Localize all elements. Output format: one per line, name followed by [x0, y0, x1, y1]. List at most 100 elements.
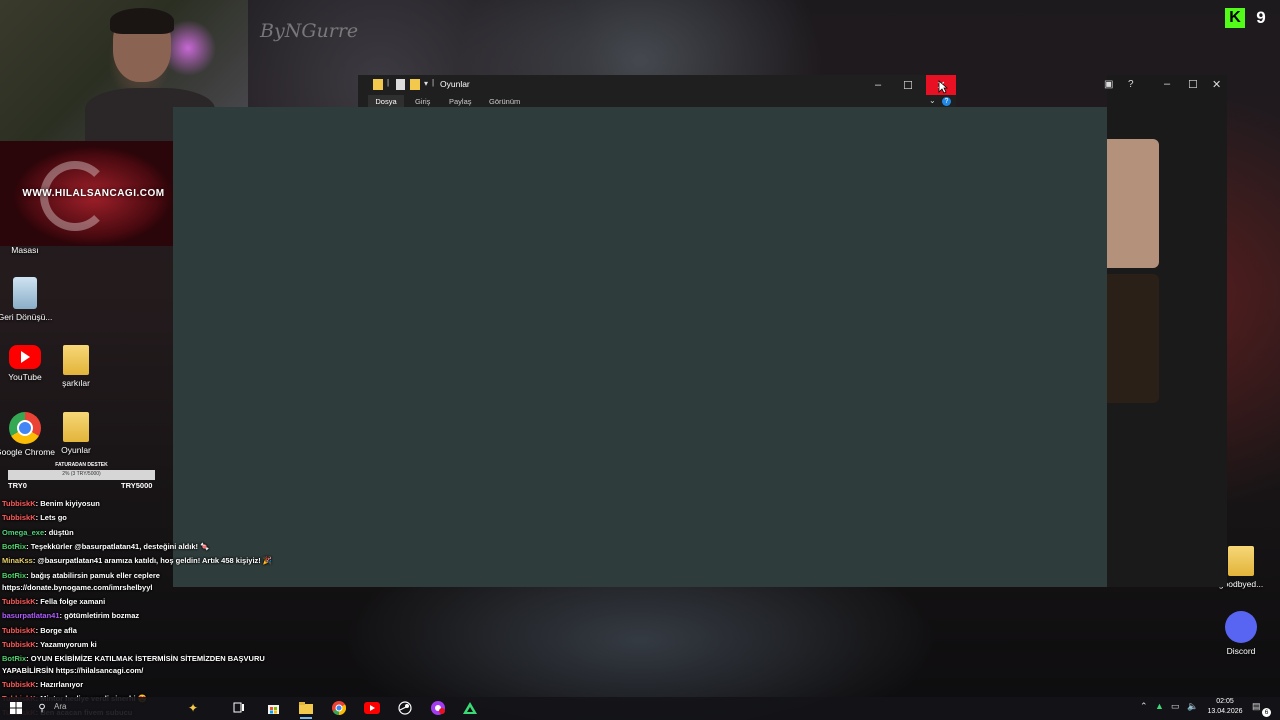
window-title: Oyunlar	[440, 79, 470, 89]
donation-max: TRY5000	[121, 481, 153, 490]
chat-username: MinaKss	[2, 556, 33, 565]
taskbar-search-input[interactable]: Ara	[54, 702, 174, 711]
chat-username: BotRix	[2, 542, 27, 551]
chat-username: TubbiskK	[2, 597, 36, 606]
desktop-shortcut-label: Discord	[1226, 646, 1256, 656]
chat-username: TubbiskK	[2, 499, 36, 508]
tray-chevron-icon[interactable]: ⌃	[1140, 701, 1148, 712]
webcam-person-hair	[110, 8, 174, 34]
chat-text: : Fella folge xamani	[35, 597, 106, 606]
task-view-icon[interactable]	[229, 699, 249, 717]
donation-min: TRY0	[8, 481, 27, 490]
tab-paylas[interactable]: Paylaş	[449, 97, 472, 106]
messenger-icon[interactable]	[428, 699, 448, 717]
separator: |	[432, 78, 435, 87]
desktop-shortcut-label: YouTube	[8, 372, 42, 382]
file-explorer-icon[interactable]	[296, 699, 316, 719]
maximize-button[interactable]: ☐	[893, 75, 923, 95]
help-icon[interactable]: ?	[1128, 79, 1134, 90]
chat-message: https://donate.bynogame.com/imrshelbyyl	[2, 583, 152, 592]
chat-message: BotRix: Teşekkürler @basurpatlatan41, de…	[2, 542, 209, 551]
chrome-icon[interactable]	[329, 699, 349, 717]
chat-username: TubbiskK	[2, 513, 36, 522]
start-icon[interactable]	[6, 699, 26, 717]
desktop-shortcut-label: Geri Dönüşü...	[0, 312, 53, 322]
properties-icon[interactable]	[396, 79, 405, 90]
tab-giris[interactable]: Giriş	[415, 97, 430, 106]
chat-text: : düştün	[44, 528, 74, 537]
youtube-icon	[9, 345, 41, 369]
desktop-shortcut-oyunlar[interactable]: Oyunlar	[46, 412, 106, 455]
desktop-shortcut-recycle-bin[interactable]: Geri Dönüşü...	[0, 277, 55, 322]
chat-text: : Borge afla	[35, 626, 77, 635]
chat-message: BotRix: bağış atabilirsin pamuk eller ce…	[2, 571, 160, 580]
bg-minimize-button[interactable]: –	[1164, 78, 1170, 90]
quick-access-chevron-icon[interactable]: ▾	[424, 79, 428, 88]
youtube-icon[interactable]	[362, 699, 382, 717]
minimize-button[interactable]: –	[863, 75, 893, 95]
store-icon[interactable]	[263, 699, 283, 717]
chrome-icon	[9, 412, 41, 444]
chat-message: TubbiskK: Fella folge xamani	[2, 597, 105, 606]
chat-username: BotRix	[2, 654, 27, 663]
chat-message: BotRix: OYUN EKİBİMİZE KATILMAK İSTERMİS…	[2, 654, 265, 663]
tab-gorunum[interactable]: Görünüm	[489, 97, 520, 106]
volume-icon[interactable]: 🔈	[1187, 701, 1198, 712]
chat-message: MinaKss: @basurpatlatan41 aramıza katıld…	[2, 556, 272, 565]
folder-icon	[1228, 546, 1254, 576]
chat-message: TubbiskK: Benim kiyiyosun	[2, 499, 100, 508]
discord-icon	[1225, 611, 1257, 643]
donation-title: FATURADAN DESTEK	[55, 462, 108, 468]
chat-message: basurpatlatan41: götümletirim bozmaz	[2, 611, 139, 620]
folder-icon	[63, 345, 89, 375]
nvidia-tray-icon[interactable]: ▲	[1155, 701, 1164, 711]
chat-message: TubbiskK: Borge afla	[2, 626, 77, 635]
clock-date: 13.04.2026	[1207, 708, 1243, 715]
folder-icon	[63, 412, 89, 442]
bg-maximize-button[interactable]: ☐	[1188, 78, 1198, 91]
nvidia-icon[interactable]	[460, 699, 480, 717]
taskbar-clock[interactable]: 02:05 13.04.2026	[1203, 697, 1247, 717]
tab-dosya[interactable]: Dosya	[368, 95, 404, 107]
background-card	[1107, 139, 1159, 268]
notification-count-badge: 6	[1262, 708, 1271, 717]
snap-icon[interactable]: ▣	[1104, 79, 1113, 90]
chat-text: : Hazırlanıyor	[35, 680, 84, 689]
chat-message: TubbiskK: Hazırlanıyor	[2, 680, 83, 689]
chat-text: https://donate.bynogame.com/imrshelbyyl	[2, 583, 153, 592]
desktop-shortcut-label: Masası	[11, 245, 39, 255]
desktop-shortcut-sarkilar[interactable]: şarkılar	[46, 345, 106, 388]
help-icon[interactable]: ?	[942, 97, 951, 106]
chat-text: : Teşekkürler @basurpatlatan41, desteğin…	[26, 542, 210, 551]
desktop-shortcut-masasi[interactable]: Masası	[0, 241, 55, 255]
steam-icon[interactable]	[395, 699, 415, 717]
chat-text: : Benim kiyiyosun	[35, 499, 100, 508]
recycle-bin-icon	[13, 277, 37, 309]
copilot-icon[interactable]: ✦	[183, 699, 203, 717]
bg-close-button[interactable]: ✕	[1212, 78, 1221, 91]
network-icon[interactable]: ▭	[1171, 701, 1180, 712]
explorer-ribbon	[358, 95, 956, 107]
notification-icon[interactable]: ▤	[1252, 701, 1261, 712]
chat-message: TubbiskK: Yazamıyorum ki	[2, 640, 97, 649]
new-folder-icon[interactable]	[410, 79, 420, 90]
chat-username: TubbiskK	[2, 680, 36, 689]
chat-username: basurpatlatan41	[2, 611, 60, 620]
chat-username: TubbiskK	[2, 640, 36, 649]
background-card	[1107, 274, 1159, 403]
donation-progress-text: 2% (3 TRY/5000)	[62, 471, 101, 477]
clock-time: 02:05	[1216, 698, 1234, 705]
desktop-shortcut-discord[interactable]: Discord	[1211, 611, 1271, 656]
chat-text: : bağış atabilirsin pamuk eller ceplere	[26, 571, 160, 580]
desktop-shortcut-label: Oyunlar	[61, 445, 91, 455]
search-icon[interactable]: ⚲	[34, 699, 50, 717]
chat-message: TubbiskK: Lets go	[2, 513, 67, 522]
explorer-content-area[interactable]	[173, 107, 1107, 587]
mouse-cursor-icon	[938, 80, 948, 94]
chat-text: : Yazamıyorum ki	[35, 640, 97, 649]
chat-text: : OYUN EKİBİMİZE KATILMAK İSTERMİSİN SİT…	[26, 654, 265, 663]
watermark-logo: ByNGurre	[260, 20, 359, 42]
expand-ribbon-chevron-icon[interactable]: ⌄	[929, 96, 936, 105]
nine-logo: 9	[1256, 8, 1266, 27]
chat-message: YAPABİLİRSİN https://hilalsancagi.com/	[2, 666, 143, 675]
